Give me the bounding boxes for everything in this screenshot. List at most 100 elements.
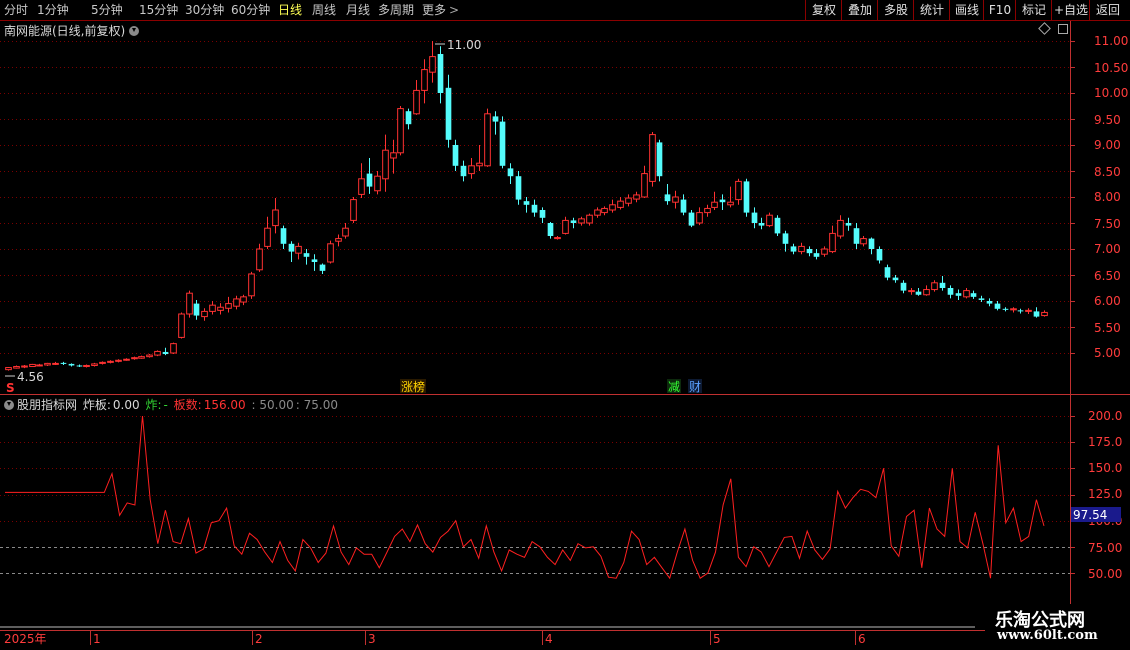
s-marker[interactable]: S bbox=[6, 381, 15, 395]
candle-body bbox=[1002, 308, 1009, 310]
candle-body bbox=[790, 246, 797, 252]
candle-body bbox=[994, 303, 1001, 309]
tab-monthly[interactable]: 月线 bbox=[346, 0, 370, 20]
candle-body bbox=[413, 89, 420, 115]
cai-badge[interactable]: 财 bbox=[689, 380, 701, 394]
candle-body bbox=[374, 175, 381, 192]
candle-body bbox=[76, 365, 83, 367]
duogu-button[interactable]: 多股 bbox=[877, 0, 914, 20]
candle-body bbox=[138, 356, 145, 359]
candle-body bbox=[390, 152, 397, 159]
biaoji-button[interactable]: 标记 bbox=[1015, 0, 1052, 20]
price-tick: 7.50 bbox=[1094, 217, 1121, 231]
price-tick: 10.50 bbox=[1094, 61, 1128, 75]
tab-60min[interactable]: 60分钟 bbox=[231, 0, 270, 20]
candle-body bbox=[240, 296, 247, 303]
candle-body bbox=[115, 359, 122, 362]
f10-button[interactable]: F10 bbox=[983, 0, 1016, 20]
tab-1min[interactable]: 1分钟 bbox=[37, 0, 69, 20]
candle-body bbox=[60, 362, 67, 364]
candle-body bbox=[601, 207, 608, 214]
tab-15min[interactable]: 15分钟 bbox=[139, 0, 178, 20]
zhaban-value: 0.00 bbox=[112, 398, 140, 412]
tab-5min[interactable]: 5分钟 bbox=[91, 0, 123, 20]
low-label: 4.56 bbox=[17, 370, 44, 384]
jian-badge[interactable]: 减 bbox=[668, 380, 680, 394]
candle-body bbox=[225, 303, 232, 309]
candle-body bbox=[1025, 309, 1032, 312]
candle-body bbox=[547, 223, 554, 236]
candle-body bbox=[107, 360, 114, 363]
banshu-value: 156.00 bbox=[203, 398, 246, 412]
candle-body bbox=[696, 212, 703, 224]
ind-tick: 125.0 bbox=[1088, 487, 1122, 501]
huaxian-button[interactable]: 画线 bbox=[949, 0, 984, 20]
candle-body bbox=[868, 238, 875, 249]
time-axis-month: 2 bbox=[255, 632, 263, 646]
price-tick: 5.50 bbox=[1094, 321, 1121, 335]
fuquan-button[interactable]: 复权 bbox=[805, 0, 842, 20]
candle-body bbox=[327, 243, 334, 263]
candle-body bbox=[342, 227, 349, 237]
candle-body bbox=[499, 121, 506, 166]
candle-body bbox=[476, 162, 483, 167]
candle-body bbox=[209, 304, 216, 312]
diejia-button[interactable]: 叠加 bbox=[841, 0, 878, 20]
tab-daily[interactable]: 日线 bbox=[278, 0, 302, 20]
price-tick: 8.50 bbox=[1094, 165, 1121, 179]
price-tick: 6.00 bbox=[1094, 294, 1121, 308]
tongji-button[interactable]: 统计 bbox=[913, 0, 950, 20]
candle-body bbox=[829, 232, 836, 253]
candle-body bbox=[421, 69, 428, 91]
candle-body bbox=[970, 293, 977, 297]
tab-multi-period[interactable]: 多周期 bbox=[378, 0, 414, 20]
candle-body bbox=[217, 306, 224, 311]
candle-body bbox=[735, 180, 742, 201]
price-tick: 9.50 bbox=[1094, 113, 1121, 127]
back-button[interactable]: 返回 bbox=[1089, 0, 1126, 20]
candle-body bbox=[36, 364, 43, 367]
watermark-url: www.60lt.com bbox=[997, 628, 1098, 643]
candle-body bbox=[813, 253, 820, 257]
tab-weekly[interactable]: 周线 bbox=[312, 0, 336, 20]
diamond-icon[interactable] bbox=[1038, 22, 1051, 35]
candle-body bbox=[821, 248, 828, 255]
ind-tick: 100.0 bbox=[1088, 514, 1122, 528]
candle-body bbox=[248, 273, 255, 297]
candle-body bbox=[931, 282, 938, 291]
tab-fenshi[interactable]: 分时 bbox=[4, 0, 28, 20]
candle-body bbox=[397, 108, 404, 154]
level-75: : 75.00 bbox=[295, 398, 338, 412]
candle-body bbox=[303, 253, 310, 257]
candle-body bbox=[986, 301, 993, 304]
ind-tick: 50.00 bbox=[1088, 567, 1122, 581]
price-tick: 10.00 bbox=[1094, 86, 1128, 100]
price-tick: 6.50 bbox=[1094, 269, 1121, 283]
candle-body bbox=[507, 168, 514, 177]
candle-body bbox=[193, 303, 200, 316]
candle-body bbox=[955, 293, 962, 296]
cai-badge-bg bbox=[688, 379, 702, 393]
candle-body bbox=[484, 113, 491, 167]
time-axis-month: 3 bbox=[368, 632, 376, 646]
tab-30min[interactable]: 30分钟 bbox=[185, 0, 224, 20]
candle-body bbox=[201, 310, 208, 318]
candle-body bbox=[680, 199, 687, 213]
indicator-dropdown-icon[interactable] bbox=[4, 400, 14, 410]
ind-tick: 75.00 bbox=[1088, 541, 1122, 555]
candle-body bbox=[178, 313, 185, 338]
price-panel-title[interactable]: 南网能源(日线,前复权) bbox=[4, 22, 140, 39]
banshu-label: 板数: bbox=[173, 398, 202, 412]
more-arrow-icon[interactable]: > bbox=[449, 0, 459, 20]
candle-body bbox=[358, 178, 365, 195]
indicator-name[interactable]: 股朋指标网 bbox=[17, 398, 77, 412]
candle-body bbox=[523, 201, 530, 205]
candle-body bbox=[99, 361, 106, 364]
dropdown-icon[interactable] bbox=[129, 26, 140, 36]
add-watchlist-button[interactable]: +自选 bbox=[1051, 0, 1090, 20]
tab-more[interactable]: 更多 bbox=[422, 0, 446, 20]
candle-body bbox=[233, 298, 240, 307]
candle-body bbox=[1010, 308, 1017, 311]
maximize-icon[interactable] bbox=[1058, 24, 1068, 34]
zhangbang-badge[interactable]: 涨榜 bbox=[401, 379, 425, 394]
